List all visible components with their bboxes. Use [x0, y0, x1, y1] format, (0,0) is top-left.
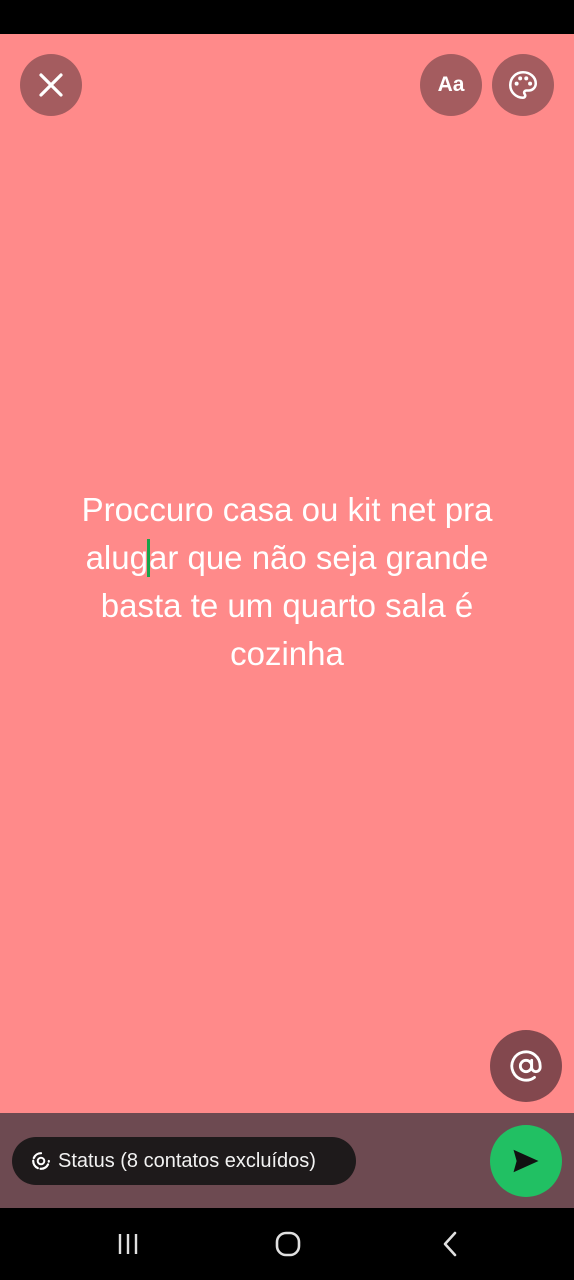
send-icon [513, 1149, 539, 1173]
font-style-label: Aa [437, 73, 465, 96]
status-composer-screen: Aa Proccuro casa ou kit net pra alugar q… [0, 0, 574, 1280]
home-button[interactable] [268, 1226, 308, 1262]
font-style-button[interactable]: Aa [420, 54, 482, 116]
send-button[interactable] [490, 1125, 562, 1197]
status-ring-icon [30, 1150, 52, 1172]
home-icon [275, 1231, 301, 1257]
audience-selector[interactable]: Status (8 contatos excluídos) [12, 1137, 356, 1185]
palette-icon [508, 70, 538, 100]
background-color-button[interactable] [492, 54, 554, 116]
close-button[interactable] [20, 54, 82, 116]
close-icon [39, 73, 63, 97]
audience-label: Status (8 contatos excluídos) [58, 1149, 316, 1172]
system-navigation-bar [0, 1208, 574, 1280]
bottom-bar: Status (8 contatos excluídos) [0, 1113, 574, 1208]
back-icon [443, 1231, 457, 1257]
mention-button[interactable] [490, 1030, 562, 1102]
at-sign-icon [510, 1050, 542, 1082]
recent-apps-button[interactable] [108, 1226, 148, 1262]
back-button[interactable] [430, 1226, 470, 1262]
system-status-bar [0, 0, 574, 34]
status-text-part-2: ar que não seja grande basta te um quart… [100, 539, 489, 672]
status-text-editor[interactable]: Proccuro casa ou kit net pra alugar que … [40, 486, 534, 678]
recent-apps-icon [118, 1234, 138, 1254]
